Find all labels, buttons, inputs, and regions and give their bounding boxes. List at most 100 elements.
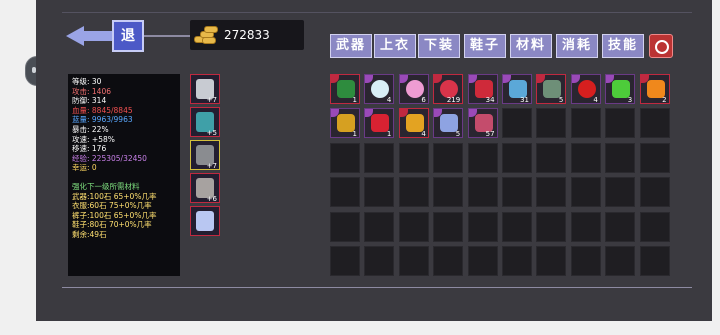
left-system-bar	[0, 0, 36, 335]
inventory-slot-item[interactable]: 31	[502, 74, 532, 104]
inventory-slot-empty[interactable]	[639, 211, 670, 242]
inventory-slot-empty[interactable]	[364, 211, 395, 242]
gold-amount: 272833	[224, 28, 270, 42]
inventory-slot-empty[interactable]	[467, 211, 498, 242]
inventory-slot-empty[interactable]	[536, 142, 567, 173]
tab-shoes[interactable]: 鞋子	[464, 34, 506, 58]
inventory-slot-empty[interactable]	[536, 108, 567, 139]
tab-top[interactable]: 上衣	[374, 34, 416, 58]
item-count: 4	[421, 130, 426, 139]
inventory-slot-empty[interactable]	[639, 142, 670, 173]
item-count: 1	[352, 96, 357, 104]
inventory-slot-empty[interactable]	[364, 177, 395, 208]
inventory-slot-empty[interactable]	[502, 211, 532, 242]
inventory-slot-item[interactable]: 34	[467, 74, 498, 104]
pants-slot[interactable]: +7	[190, 140, 220, 170]
inventory-slot-item[interactable]: 6	[398, 74, 429, 104]
inventory-slot-empty[interactable]	[502, 142, 532, 173]
item-count: 4	[386, 96, 392, 104]
inventory-slot-empty[interactable]	[570, 108, 601, 139]
inventory-slot-item[interactable]: 3	[605, 74, 636, 104]
weapon-requirement: 武器:100石 65+0%几率	[72, 191, 157, 201]
rarity-corner	[399, 75, 408, 83]
inventory-slot-item[interactable]: 1	[364, 108, 395, 139]
inventory-slot-empty[interactable]	[536, 246, 567, 276]
inventory-slot-item[interactable]: 4	[364, 74, 395, 104]
divider	[62, 12, 692, 13]
inventory-slot-empty[interactable]	[398, 177, 429, 208]
back-arrow-shaft	[82, 31, 112, 41]
inventory-slot-empty[interactable]	[502, 177, 532, 208]
inventory-slot-empty[interactable]	[433, 246, 464, 276]
settings-gear-icon[interactable]	[649, 34, 673, 58]
stat-crit: 暴击: 22%	[72, 124, 109, 134]
top-slot[interactable]: +5	[190, 107, 220, 137]
inventory-slot-empty[interactable]	[467, 246, 498, 276]
item-count: 2	[662, 96, 667, 104]
tab-consumables[interactable]: 消耗	[556, 34, 598, 58]
inventory-slot-empty[interactable]	[570, 177, 601, 208]
inventory-slot-empty[interactable]	[364, 142, 395, 173]
tab-weapon[interactable]: 武器	[330, 34, 372, 58]
accessory-slot[interactable]	[190, 206, 220, 236]
inventory-slot-empty[interactable]	[398, 211, 429, 242]
inventory-slot-empty[interactable]	[605, 211, 636, 242]
inventory-slot-item[interactable]: 2	[639, 74, 670, 104]
equip-level: +7	[206, 162, 217, 170]
equip-level: +7	[206, 96, 217, 104]
inventory-slot-empty[interactable]	[536, 177, 567, 208]
remaining-stones: 剩余:49石	[72, 229, 107, 239]
tab-skills[interactable]: 技能	[602, 34, 644, 58]
inventory-slot-empty[interactable]	[605, 177, 636, 208]
inventory-slot-item[interactable]: 219	[433, 74, 464, 104]
inventory-slot-empty[interactable]	[330, 142, 360, 173]
pet-icon	[196, 211, 214, 231]
inventory-slot-empty[interactable]	[570, 246, 601, 276]
inventory-slot-empty[interactable]	[639, 108, 670, 139]
inventory-slot-item[interactable]: 1	[330, 108, 360, 139]
inventory-slot-empty[interactable]	[330, 177, 360, 208]
shoes-slot[interactable]: +6	[190, 173, 220, 203]
weapon-slot[interactable]: +7	[190, 74, 220, 104]
inventory-slot-empty[interactable]	[433, 177, 464, 208]
inventory-slot-item[interactable]: 4	[398, 108, 429, 139]
inventory-slot-empty[interactable]	[330, 246, 360, 276]
item-count: 3	[627, 96, 633, 104]
stat-exp: 经验: 225305/32450	[72, 153, 147, 163]
inventory-slot-empty[interactable]	[398, 246, 429, 276]
inventory-slot-empty[interactable]	[536, 211, 567, 242]
tab-materials[interactable]: 材料	[510, 34, 552, 58]
inventory-slot-empty[interactable]	[605, 246, 636, 276]
inventory-slot-empty[interactable]	[502, 108, 532, 139]
rarity-corner	[571, 75, 580, 83]
item-count: 6	[421, 96, 426, 104]
inventory-slot-empty[interactable]	[605, 108, 636, 139]
item-count: 1	[352, 130, 357, 139]
inventory-slot-empty[interactable]	[467, 142, 498, 173]
inventory-slot-empty[interactable]	[398, 142, 429, 173]
inventory-slot-item[interactable]: 4	[570, 74, 601, 104]
inventory-slot-empty[interactable]	[433, 142, 464, 173]
inventory-slot-empty[interactable]	[605, 142, 636, 173]
inventory-slot-empty[interactable]	[639, 246, 670, 276]
inventory-slot-empty[interactable]	[364, 246, 395, 276]
back-button[interactable]: 退	[66, 20, 144, 52]
inventory-slot-empty[interactable]	[639, 177, 670, 208]
inventory-slot-empty[interactable]	[502, 246, 532, 276]
stat-attack: 攻击: 1406	[72, 86, 111, 96]
bottom-system-bar	[0, 321, 720, 335]
inventory-slot-empty[interactable]	[467, 177, 498, 208]
item-count: 5	[558, 96, 564, 104]
inventory-slot-item[interactable]: 57	[467, 108, 498, 139]
tab-pants[interactable]: 下装	[418, 34, 460, 58]
inventory-slot-item[interactable]: 5	[536, 74, 567, 104]
inventory-slot-empty[interactable]	[330, 211, 360, 242]
inventory-slot-empty[interactable]	[570, 211, 601, 242]
inventory-slot-empty[interactable]	[433, 211, 464, 242]
inventory-slot-empty[interactable]	[570, 142, 601, 173]
divider	[62, 287, 692, 288]
inventory-slot-item[interactable]: 5	[433, 108, 464, 139]
character-stats-panel: 等级: 30 攻击: 1406 防御: 314 血量: 8845/8845 蓝量…	[68, 74, 180, 276]
inventory-slot-item[interactable]: 1	[330, 74, 360, 104]
right-system-bar	[712, 0, 720, 335]
